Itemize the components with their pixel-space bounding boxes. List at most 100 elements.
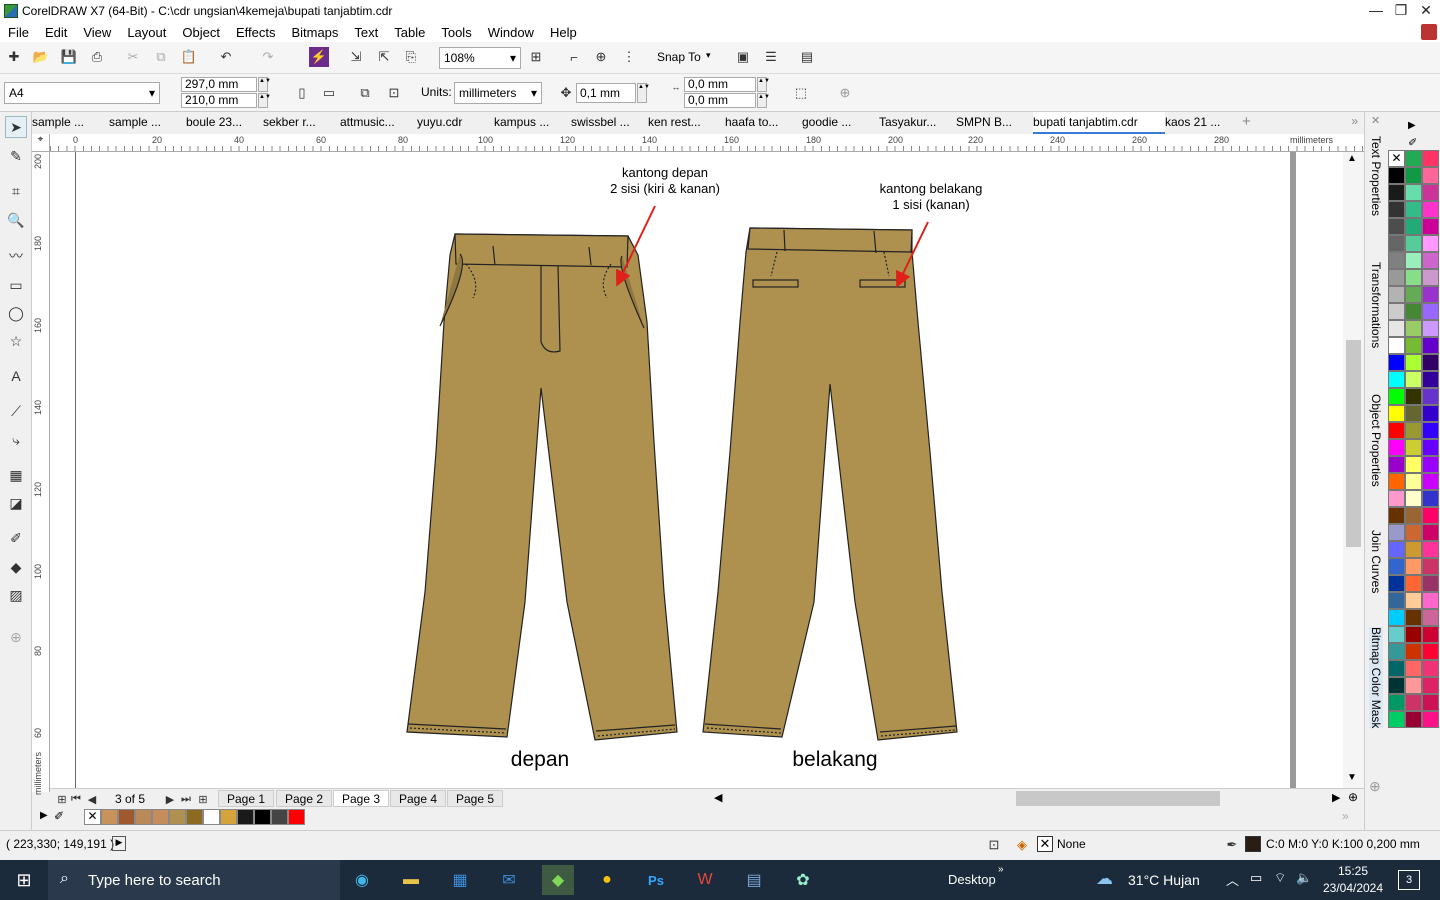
vertical-scrollbar[interactable]: ▲ ▼ [1343, 152, 1364, 788]
close-docker-icon[interactable]: ✕ [1371, 114, 1380, 127]
palette-color-swatch[interactable] [1405, 218, 1422, 235]
windows-start-icon[interactable]: ⊞ [8, 865, 40, 895]
menu-tools[interactable]: Tools [433, 25, 479, 40]
palette-color-swatch[interactable] [1405, 558, 1422, 575]
palette-color-swatch[interactable] [1405, 320, 1422, 337]
doc-tab[interactable]: sample ... [32, 112, 109, 134]
file-explorer-icon[interactable]: ▬ [395, 865, 427, 895]
palette-color-swatch[interactable] [1422, 422, 1439, 439]
palette-color-swatch[interactable] [1405, 694, 1422, 711]
quick-customize-icon[interactable]: ⊕ [835, 83, 855, 103]
nudge-distance-field[interactable]: 0,1 mm [576, 83, 636, 103]
photoshop-icon[interactable]: Ps [640, 865, 672, 895]
show-grid-icon[interactable]: ⊕ [591, 47, 611, 67]
drawing-artwork[interactable] [50, 152, 1364, 788]
palette-color-swatch[interactable] [1388, 507, 1405, 524]
palette-color-swatch[interactable] [1388, 184, 1405, 201]
palette-color-swatch[interactable] [1422, 456, 1439, 473]
palette-color-swatch[interactable] [1388, 320, 1405, 337]
vertical-ruler[interactable]: 200 180 160 140 120 100 80 60 millimeter… [32, 152, 50, 795]
front-pocket-note[interactable]: kantong depan 2 sisi (kiri & kanan) [565, 165, 765, 197]
doc-tab[interactable]: kampus ... [494, 112, 571, 134]
page-tab-5[interactable]: Page 5 [447, 790, 504, 807]
clock-date[interactable]: 23/04/2024 [1318, 881, 1388, 895]
meet-now-icon[interactable]: ▭ [1250, 870, 1262, 886]
shape-tool-icon[interactable]: ✎ [5, 145, 27, 167]
palette-color-swatch[interactable] [1422, 575, 1439, 592]
nudge-spinner[interactable]: ▲▼ [637, 83, 650, 103]
color-swatch[interactable] [220, 809, 237, 825]
calculator-icon[interactable]: ▤ [738, 865, 770, 895]
doc-tab[interactable]: swissbel ... [571, 112, 648, 134]
height-spinner[interactable]: ▲▼ [258, 93, 271, 108]
color-swatch[interactable] [135, 809, 152, 825]
palette-color-swatch[interactable] [1388, 660, 1405, 677]
outline-color-swatch[interactable] [1245, 836, 1261, 852]
palette-color-swatch[interactable] [1422, 218, 1439, 235]
treat-as-filled-icon[interactable]: ⬚ [791, 83, 811, 103]
palette-no-color-swatch[interactable]: ✕ [1388, 150, 1405, 167]
palette-color-swatch[interactable] [1405, 541, 1422, 558]
palette-color-swatch[interactable] [1422, 626, 1439, 643]
palette-color-swatch[interactable] [1422, 150, 1439, 167]
palette-color-swatch[interactable] [1405, 269, 1422, 286]
scroll-thumb[interactable] [1346, 340, 1361, 547]
edge-icon[interactable]: ◉ [346, 865, 378, 895]
palette-color-swatch[interactable] [1405, 422, 1422, 439]
palette-color-swatch[interactable] [1388, 235, 1405, 252]
mail-icon[interactable]: ✉ [493, 865, 525, 895]
wps-office-icon[interactable]: W [689, 865, 721, 895]
doc-tab[interactable]: sample ... [109, 112, 186, 134]
color-swatch[interactable] [237, 809, 254, 825]
add-tool-icon[interactable]: ⊕ [5, 626, 27, 648]
palette-color-swatch[interactable] [1388, 439, 1405, 456]
open-icon[interactable]: 📂 [31, 47, 51, 67]
palette-color-swatch[interactable] [1388, 354, 1405, 371]
ellipse-tool-icon[interactable]: ◯ [5, 302, 27, 324]
back-pocket-note[interactable]: kantong belakang 1 sisi (kanan) [831, 181, 1031, 213]
color-swatch[interactable] [152, 809, 169, 825]
palette-color-swatch[interactable] [1405, 575, 1422, 592]
palette-color-swatch[interactable] [1422, 235, 1439, 252]
palette-color-swatch[interactable] [1388, 405, 1405, 422]
dup-x-spinner[interactable]: ▲▼ [757, 77, 770, 92]
show-guidelines-icon[interactable]: ⋮ [619, 47, 639, 67]
network-icon[interactable]: ⌔ [1274, 870, 1286, 886]
palette-color-swatch[interactable] [1388, 456, 1405, 473]
zoom-level-combo[interactable]: 108% ▾ [439, 47, 521, 69]
options-icon[interactable]: ☰ [761, 47, 781, 67]
palette-color-swatch[interactable] [1405, 490, 1422, 507]
doc-tab[interactable]: SMPN B... [956, 112, 1033, 134]
palette-color-swatch[interactable] [1422, 167, 1439, 184]
weather-text[interactable]: 31°C Hujan [1128, 872, 1200, 888]
palette-color-swatch[interactable] [1388, 626, 1405, 643]
palette-color-swatch[interactable] [1388, 643, 1405, 660]
color-swatch[interactable] [186, 809, 203, 825]
clock-time[interactable]: 15:25 [1323, 864, 1383, 878]
docker-transformations[interactable]: Transformations [1369, 262, 1383, 348]
publish-pdf-icon[interactable]: ⎘ [401, 47, 421, 67]
palette-color-swatch[interactable] [1405, 167, 1422, 184]
coreldraw-taskbar-icon[interactable]: ◆ [542, 865, 574, 895]
new-tab-icon[interactable]: + [1242, 112, 1266, 134]
add-docker-icon[interactable]: ⊕ [1369, 778, 1381, 795]
page-tab-1[interactable]: Page 1 [218, 790, 275, 807]
menu-object[interactable]: Object [174, 25, 228, 40]
palette-color-swatch[interactable] [1422, 269, 1439, 286]
palette-color-swatch[interactable] [1405, 371, 1422, 388]
notification-center-icon[interactable]: 3 [1398, 870, 1420, 890]
palette-color-swatch[interactable] [1405, 677, 1422, 694]
palette-color-swatch[interactable] [1422, 524, 1439, 541]
palette-color-swatch[interactable] [1405, 150, 1422, 167]
palette-color-swatch[interactable] [1405, 473, 1422, 490]
duplicate-y-field[interactable]: 0,0 mm [684, 93, 756, 108]
palette-color-swatch[interactable] [1422, 371, 1439, 388]
landscape-icon[interactable]: ▭ [319, 83, 339, 103]
add-page-after-icon[interactable]: ⊞ [193, 789, 213, 809]
palette-color-swatch[interactable] [1388, 541, 1405, 558]
zoom-fit-icon[interactable]: ⊞ [526, 47, 546, 67]
color-swatch[interactable] [271, 809, 288, 825]
palette-color-swatch[interactable] [1422, 201, 1439, 218]
palette-expand-icon[interactable]: ▶ [40, 810, 48, 821]
copy-icon[interactable]: ⧉ [151, 47, 171, 67]
